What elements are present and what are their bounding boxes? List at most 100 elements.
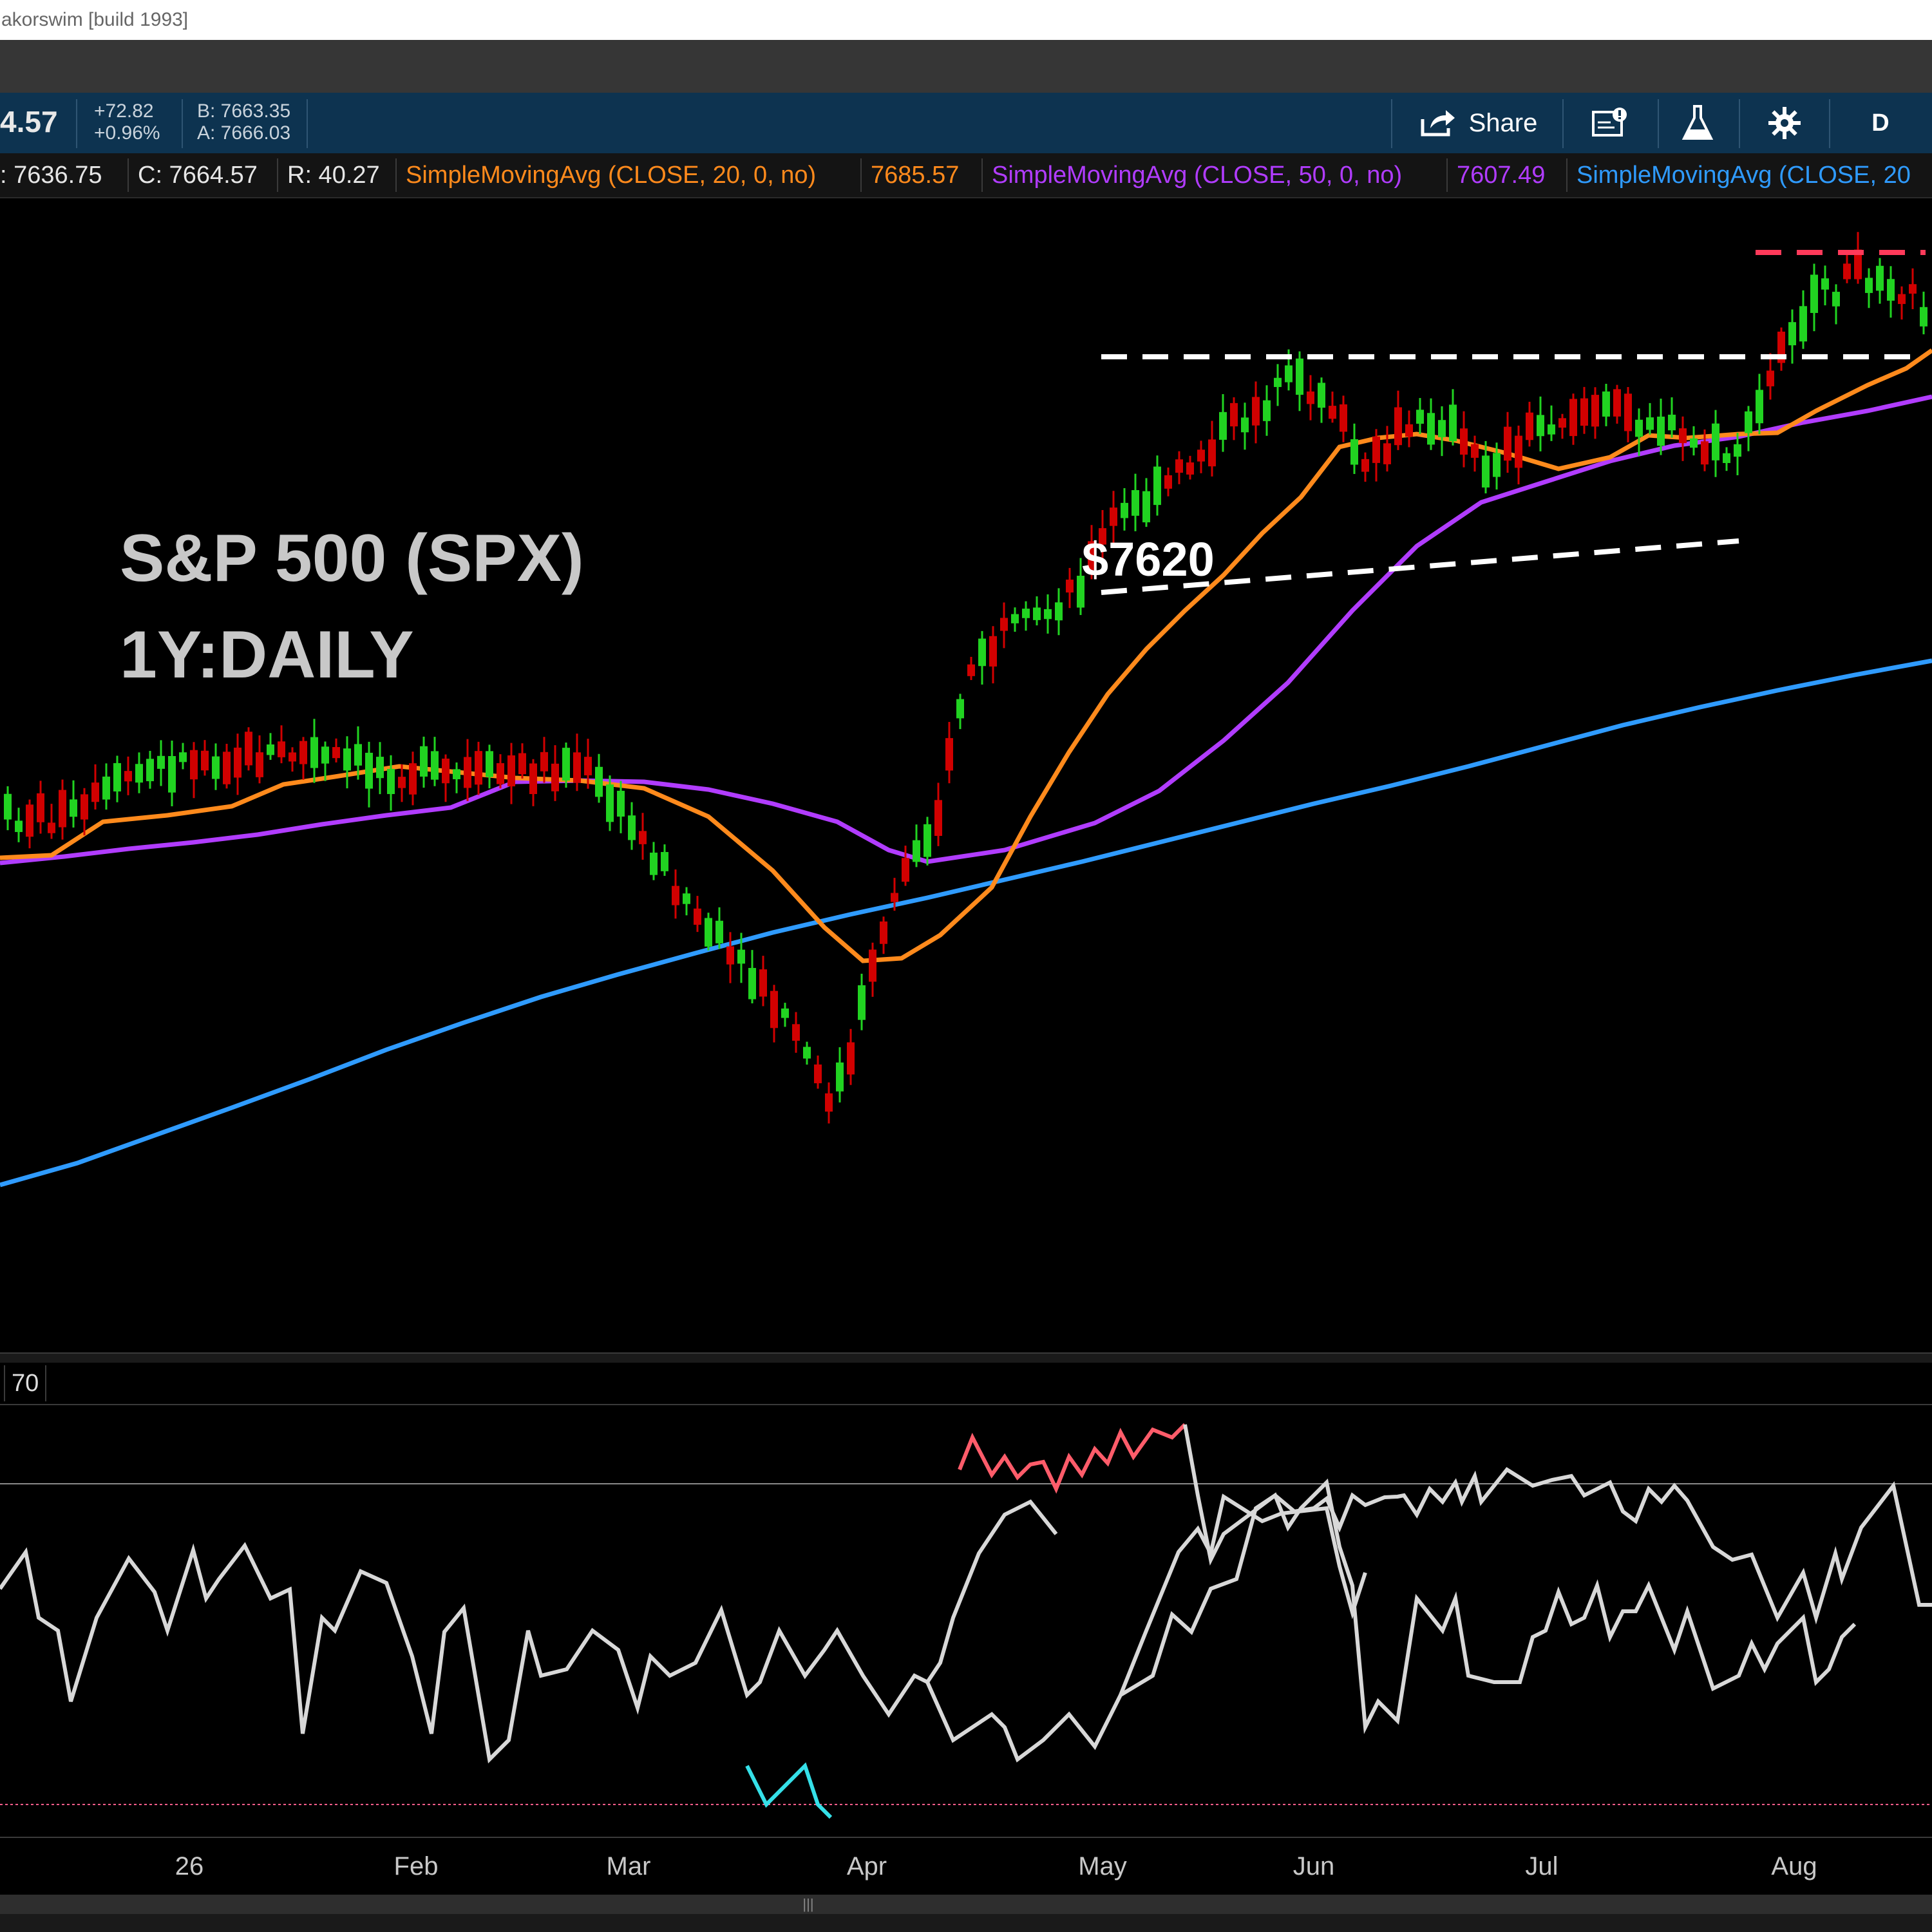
legend-divider: [1566, 158, 1567, 192]
ask-value: A: 7666.03: [197, 122, 291, 144]
candle-body: [1121, 502, 1128, 518]
candle-body: [1175, 459, 1183, 473]
close-value: C: 7664.57: [138, 162, 258, 189]
candle-body: [540, 752, 548, 772]
candle-body: [1537, 415, 1544, 437]
candle-body: [212, 756, 220, 779]
candle-body: [1296, 358, 1303, 395]
candle-body: [1318, 383, 1325, 408]
candle-body: [1646, 417, 1654, 430]
candle-body: [1471, 444, 1479, 458]
candle-body: [737, 949, 745, 964]
price-chart[interactable]: [0, 198, 1932, 1352]
candle-body: [420, 746, 428, 777]
candle-body: [1274, 377, 1282, 387]
toolbar-divider: [1391, 99, 1392, 148]
candle-body: [891, 893, 898, 902]
candle-body: [91, 782, 99, 802]
candle-body: [223, 752, 231, 784]
rsi-line-segment: [1183, 1424, 1857, 1734]
settings-button[interactable]: [1749, 93, 1820, 153]
candle-body: [1821, 278, 1829, 290]
chart-subtitle: 1Y:DAILY: [120, 618, 414, 692]
candle-body: [923, 824, 931, 857]
candle-body: [606, 784, 614, 822]
share-icon: [1419, 108, 1457, 138]
candle-body: [398, 777, 406, 788]
candle-body: [880, 921, 887, 944]
candle-body: [1329, 406, 1336, 419]
candle-body: [442, 758, 450, 784]
candle-body: [1591, 395, 1599, 427]
sma200-label[interactable]: SimpleMovingAvg (CLOSE, 20: [1577, 153, 1911, 197]
sma50-label[interactable]: SimpleMovingAvg (CLOSE, 50, 0, no): [992, 153, 1402, 197]
candle-body: [431, 751, 439, 780]
net-change: +72.82 +0.96%: [94, 100, 160, 144]
window-titlebar: akorswim [build 1993]: [0, 0, 1932, 40]
candle-body: [661, 851, 668, 871]
flask-icon: [1681, 104, 1714, 142]
share-button[interactable]: Share: [1404, 93, 1552, 153]
sma50-value: 7607.49: [1457, 162, 1546, 189]
candle-body: [1712, 423, 1719, 460]
candle-body: [836, 1062, 844, 1092]
candle-body: [387, 768, 395, 795]
candle-body: [551, 763, 559, 791]
candle-body: [1011, 614, 1019, 623]
quote-info-button[interactable]: [1571, 93, 1649, 153]
candle-body: [814, 1064, 822, 1084]
candle-body: [1044, 609, 1052, 620]
candle-body: [15, 820, 23, 832]
candle-body: [518, 753, 526, 775]
candle-body: [1756, 390, 1763, 424]
candle-body: [1865, 278, 1873, 293]
chart-title: S&P 500 (SPX): [120, 521, 584, 596]
candle-body: [1383, 443, 1391, 464]
candle-body: [628, 815, 636, 840]
candle-body: [1723, 453, 1730, 464]
candle-body: [1405, 424, 1413, 437]
quote-divider: [76, 99, 77, 148]
candle-body: [1679, 428, 1687, 444]
toolbar-divider: [1739, 99, 1740, 148]
candle-body: [1449, 404, 1457, 442]
candle-body: [1690, 438, 1698, 448]
candle-body: [289, 752, 296, 762]
candle-body: [507, 755, 515, 787]
candle-body: [1569, 399, 1577, 437]
candle-body: [1110, 507, 1117, 526]
studies-button[interactable]: [1665, 93, 1730, 153]
rsi-oversold-segment: [745, 1762, 833, 1819]
candle-body: [617, 790, 625, 817]
candle-body: [573, 752, 581, 783]
rsi-pane[interactable]: [0, 1405, 1932, 1837]
price-pane[interactable]: S&P 500 (SPX) 1Y:DAILY $7620: [0, 198, 1932, 1352]
candle-body: [310, 737, 318, 768]
bid-ask: B: 7663.35 A: 7666.03: [197, 100, 290, 144]
horizontal-scrollbar[interactable]: |||: [0, 1895, 1932, 1914]
candle-body: [694, 908, 701, 925]
candle-body: [847, 1042, 855, 1075]
info-card-icon: [1591, 107, 1629, 139]
bid-value: B: 7663.35: [197, 100, 291, 122]
candle-body: [1843, 263, 1851, 279]
legend-divider: [860, 158, 862, 192]
candle-body: [1241, 417, 1249, 433]
scroll-grip-icon[interactable]: |||: [799, 1897, 818, 1911]
candle-body: [1186, 462, 1194, 475]
gear-icon: [1767, 106, 1802, 140]
timeframe-button[interactable]: D: [1855, 93, 1906, 153]
candle-body: [475, 751, 482, 785]
candle-body: [913, 840, 920, 862]
candle-body: [1394, 407, 1402, 446]
candle-body: [1482, 455, 1490, 488]
candle-body: [4, 793, 12, 820]
candle-body: [529, 763, 537, 794]
last-price: 4.57: [0, 105, 58, 138]
candle-body: [1504, 426, 1511, 461]
candle-body: [1066, 580, 1074, 593]
candle-body: [595, 766, 603, 797]
rsi-chart[interactable]: [0, 1405, 1932, 1837]
sma20-label[interactable]: SimpleMovingAvg (CLOSE, 20, 0, no): [406, 153, 816, 197]
candle-body: [354, 744, 362, 766]
